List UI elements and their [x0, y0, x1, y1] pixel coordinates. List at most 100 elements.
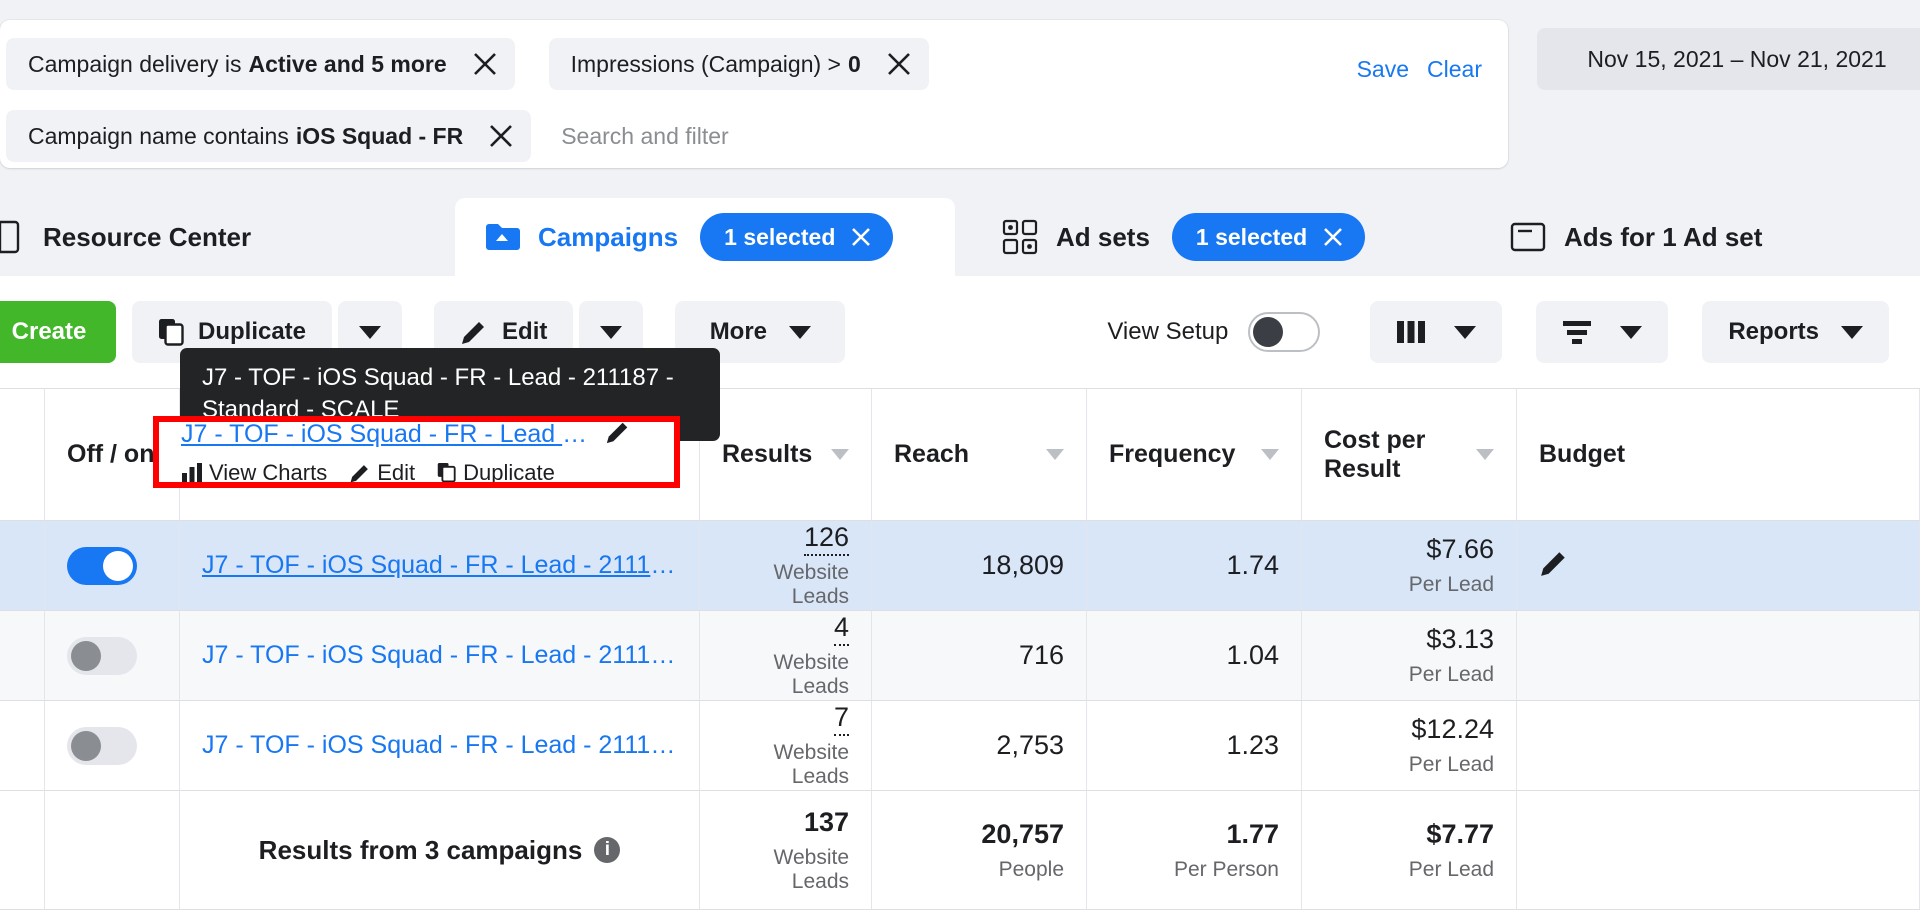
totals-onoff-cell: [45, 791, 180, 909]
row-name-cell: J7 - TOF - iOS Squad - FR - Lead - 21118…: [180, 611, 700, 700]
filter-chip-delivery[interactable]: Campaign delivery is Active and 5 more: [6, 38, 515, 90]
filter-chip-campaign-name[interactable]: Campaign name contains iOS Squad - FR: [6, 110, 532, 162]
row-cost-cell: $12.24 Per Lead: [1302, 701, 1517, 790]
tab-label: Campaigns: [538, 221, 679, 252]
ads-manager-screen: Campaign delivery is Active and 5 more I…: [0, 0, 1920, 910]
ads-window-icon: [1509, 218, 1547, 256]
search-input[interactable]: Search and filter: [531, 123, 728, 150]
save-button[interactable]: Save: [1357, 56, 1409, 83]
columns-icon: [1396, 319, 1426, 345]
row-select-cell[interactable]: [0, 701, 45, 790]
totals-reach-subtitle: People: [998, 857, 1064, 881]
tab-label: Resource Center: [43, 221, 252, 252]
row-frequency-cell: 1.04: [1087, 611, 1302, 700]
view-setup-label: View Setup: [1107, 318, 1229, 345]
button-label: Edit: [502, 318, 548, 345]
info-icon[interactable]: i: [594, 837, 621, 863]
chip-value: 0: [847, 50, 861, 77]
toggle-knob: [71, 730, 101, 761]
close-icon[interactable]: [477, 112, 525, 160]
breakdown-button[interactable]: [1536, 301, 1669, 363]
tab-campaigns[interactable]: Campaigns 1 selected: [455, 198, 955, 276]
table-row[interactable]: J7 - TOF - iOS Squad - FR - Lead - 21118…: [0, 611, 1920, 701]
entity-tabs: Resource Center Campaigns 1 selected Ad …: [0, 198, 1920, 276]
chevron-down-icon: [1454, 325, 1477, 339]
reach-value: 18,809: [981, 550, 1064, 580]
row-name-cell: J7 - TOF - iOS Squad - FR - Lead - 21118…: [180, 521, 700, 610]
header-results[interactable]: Results: [700, 389, 872, 520]
row-cost-cell: $3.13 Per Lead: [1302, 611, 1517, 700]
chip-prefix: Campaign name contains: [28, 122, 289, 149]
adsets-grid-icon: [1001, 218, 1039, 256]
campaign-name-link[interactable]: J7 - TOF - iOS Squad - FR - Lead - 21118…: [202, 641, 677, 670]
cost-value: $12.24: [1411, 714, 1494, 744]
filter-actions: Save Clear: [1357, 56, 1482, 83]
cost-subtitle: Per Lead: [1408, 663, 1494, 686]
bar-chart-icon: [182, 462, 202, 483]
totals-results-cell: 137 Website Leads: [700, 791, 872, 909]
breakdown-icon: [1562, 319, 1592, 345]
view-setup-toggle[interactable]: View Setup: [1107, 312, 1321, 352]
close-icon: [852, 228, 871, 246]
campaigns-selected-badge[interactable]: 1 selected: [700, 213, 894, 261]
duplicate-icon: [437, 462, 456, 482]
chevron-down-icon: [1620, 325, 1643, 339]
campaign-name-link[interactable]: J7 - TOF - iOS Squad - FR - Lead - 21118…: [202, 551, 677, 580]
clear-button[interactable]: Clear: [1427, 56, 1482, 83]
row-results-cell: 7 Website Leads: [700, 701, 872, 790]
budget-pencil-icon[interactable]: [1539, 548, 1569, 583]
toggle-knob: [71, 640, 101, 671]
toggle-switch[interactable]: [1248, 312, 1321, 352]
totals-results-value: 137: [803, 806, 849, 837]
table-row[interactable]: J7 - TOF - iOS Squad - FR - Lead - 21118…: [0, 521, 1920, 611]
tab-ad-sets[interactable]: Ad sets 1 selected: [973, 198, 1468, 276]
chevron-down-icon: [600, 325, 623, 339]
chip-value: Active and 5 more: [248, 50, 447, 77]
row-edit-pencil-icon[interactable]: [605, 419, 631, 450]
campaign-toggle[interactable]: [67, 546, 137, 585]
close-icon[interactable]: [461, 40, 509, 88]
chevron-down-icon: [1841, 325, 1864, 339]
adsets-selected-badge[interactable]: 1 selected: [1171, 213, 1366, 261]
table-totals-row: Results from 3 campaigns i 137 Website L…: [0, 791, 1920, 910]
filter-chip-impressions[interactable]: Impressions (Campaign) > 0: [548, 38, 929, 90]
campaign-toggle[interactable]: [67, 726, 137, 765]
reports-button[interactable]: Reports: [1702, 301, 1890, 363]
row-results-cell: 4 Website Leads: [700, 611, 872, 700]
row-duplicate-link[interactable]: Duplicate: [437, 460, 555, 486]
tab-label: Ad sets: [1056, 221, 1150, 252]
row-edit-link[interactable]: Edit: [349, 460, 415, 486]
row-select-cell[interactable]: [0, 521, 45, 610]
sort-caret-icon[interactable]: [1476, 449, 1494, 460]
totals-results-subtitle: Website Leads: [773, 845, 849, 893]
tab-label: Ads for 1 Ad set: [1564, 221, 1763, 252]
columns-button[interactable]: [1370, 301, 1503, 363]
tab-resource-center[interactable]: Resource Center: [0, 198, 370, 276]
sort-caret-icon[interactable]: [1261, 449, 1279, 460]
sort-caret-icon[interactable]: [1046, 449, 1064, 460]
cost-subtitle: Per Lead: [1408, 753, 1494, 776]
table-row[interactable]: J7 - TOF - iOS Squad - FR - Lead - 21118…: [0, 701, 1920, 791]
chip-prefix: Impressions (Campaign) >: [570, 50, 841, 77]
campaign-toggle[interactable]: [67, 636, 137, 675]
view-charts-link[interactable]: View Charts: [181, 460, 327, 486]
header-cost-per-result[interactable]: Cost per Result: [1302, 389, 1517, 520]
tab-ads[interactable]: Ads for 1 Ad set: [1481, 198, 1920, 276]
create-button[interactable]: Create: [0, 301, 116, 363]
totals-frequency-value: 1.77: [1226, 818, 1279, 849]
date-range-picker[interactable]: Nov 15, 2021 – Nov 21, 2021: [1537, 28, 1920, 90]
header-frequency[interactable]: Frequency: [1087, 389, 1302, 520]
sort-caret-icon[interactable]: [831, 449, 849, 460]
reach-value: 2,753: [996, 730, 1064, 760]
filter-bar: Campaign delivery is Active and 5 more I…: [0, 20, 1508, 168]
row-select-cell[interactable]: [0, 611, 45, 700]
header-reach[interactable]: Reach: [872, 389, 1087, 520]
campaign-name-link[interactable]: J7 - TOF - iOS Squad - FR - Lead - 21118…: [202, 731, 677, 760]
close-icon[interactable]: [875, 40, 923, 88]
campaign-name-link[interactable]: J7 - TOF - iOS Squad - FR - Lead - 21118…: [181, 420, 591, 449]
results-subtitle: Website Leads: [773, 651, 849, 698]
totals-select-cell: [0, 791, 45, 909]
totals-cost-value: $7.77: [1426, 818, 1494, 849]
chevron-down-icon: [789, 325, 812, 339]
chip-prefix: Campaign delivery is: [28, 50, 242, 77]
